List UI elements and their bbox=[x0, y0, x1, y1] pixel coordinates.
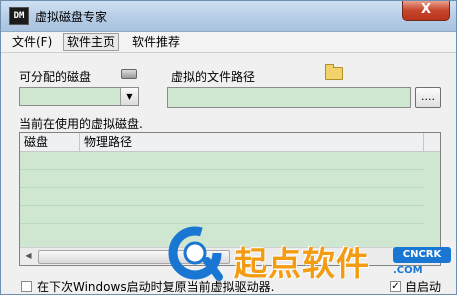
watermark-logo-icon bbox=[168, 226, 223, 281]
chevron-down-icon[interactable]: ▼ bbox=[120, 88, 138, 105]
column-header-disk[interactable]: 磁盘 bbox=[20, 133, 80, 151]
virtual-disk-caption: 当前在使用的虚拟磁盘. bbox=[19, 117, 143, 131]
virtual-path-label: 虚拟的文件路径 bbox=[171, 70, 256, 84]
restore-checkbox[interactable] bbox=[21, 281, 32, 292]
app-icon: DM bbox=[9, 7, 29, 25]
autostart-label: 自启动 bbox=[405, 280, 442, 294]
close-button[interactable]: X bbox=[402, 1, 450, 21]
column-header-path[interactable]: 物理路径 bbox=[80, 133, 424, 151]
watermark-url: CNCRK bbox=[393, 247, 451, 263]
watermark-domain: .COM bbox=[393, 265, 423, 276]
title-bar[interactable]: DM 虚拟磁盘专家 X bbox=[1, 1, 456, 32]
row-divider bbox=[20, 205, 424, 206]
autostart-checkbox[interactable]: ✓ bbox=[390, 281, 401, 292]
available-disk-label: 可分配的磁盘 bbox=[19, 70, 92, 84]
scroll-left-icon[interactable]: ◀ bbox=[20, 248, 37, 264]
row-divider bbox=[20, 169, 424, 170]
horizontal-scrollbar[interactable]: ◀ ▶ bbox=[20, 247, 440, 265]
menu-bar: 文件(F) 软件主页 软件推荐 bbox=[1, 32, 456, 53]
row-divider bbox=[20, 187, 424, 188]
menu-recommend[interactable]: 软件推荐 bbox=[129, 34, 183, 50]
folder-icon[interactable] bbox=[325, 64, 343, 80]
disk-select[interactable]: ▼ bbox=[19, 87, 139, 106]
window-title: 虚拟磁盘专家 bbox=[35, 10, 108, 24]
menu-file[interactable]: 文件(F) bbox=[9, 34, 55, 50]
app-window: DM 虚拟磁盘专家 X 文件(F) 软件主页 软件推荐 可分配的磁盘 虚拟的文件… bbox=[0, 0, 457, 295]
virtual-disk-table[interactable]: 磁盘 物理路径 ◀ ▶ bbox=[19, 132, 441, 266]
row-divider bbox=[20, 223, 424, 224]
browse-button[interactable]: .... bbox=[415, 87, 441, 108]
watermark-text: 起点软件 bbox=[234, 244, 370, 283]
table-header: 磁盘 物理路径 bbox=[20, 133, 440, 152]
menu-home[interactable]: 软件主页 bbox=[63, 33, 120, 51]
virtual-path-input[interactable] bbox=[167, 87, 411, 108]
disk-icon bbox=[121, 69, 137, 79]
